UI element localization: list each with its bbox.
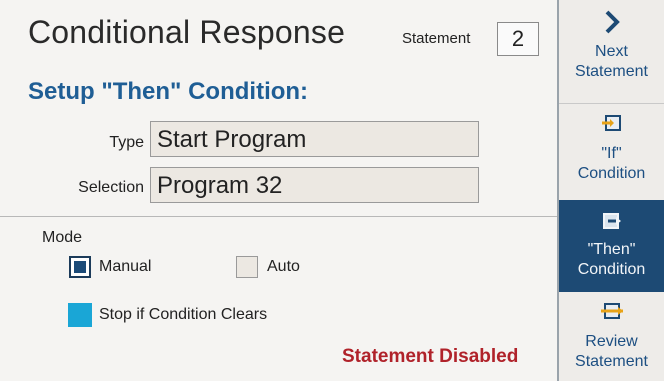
review-label-line2: Statement	[575, 353, 648, 370]
stop-if-clears-label: Stop if Condition Clears	[99, 306, 268, 323]
divider	[0, 216, 557, 217]
auto-checkbox[interactable]	[236, 256, 258, 278]
then-condition-button[interactable]: "Then" Condition	[559, 200, 664, 292]
selection-field[interactable]: Program 32	[150, 167, 479, 203]
chevron-right-icon	[605, 10, 620, 34]
sidebar-divider	[559, 103, 664, 104]
then-label-line1: "Then"	[587, 241, 636, 258]
review-statement-button[interactable]: Review Statement	[559, 302, 664, 381]
statement-label: Statement	[402, 30, 471, 47]
next-label-line2: Statement	[575, 63, 648, 80]
then-condition-icon	[602, 213, 621, 229]
main-panel: Conditional Response Statement 2 Setup "…	[0, 0, 557, 381]
auto-label: Auto	[267, 258, 300, 275]
then-label-line2: Condition	[577, 261, 646, 278]
if-condition-icon	[601, 115, 621, 131]
review-statement-icon	[600, 303, 623, 319]
type-label: Type	[109, 134, 144, 151]
if-condition-button[interactable]: "If" Condition	[559, 114, 664, 194]
stop-if-clears-checkbox[interactable]	[68, 303, 92, 327]
section-subtitle: Setup "Then" Condition:	[28, 78, 309, 105]
statement-number-field[interactable]: 2	[497, 22, 539, 56]
page-title: Conditional Response	[28, 14, 346, 50]
manual-checkbox[interactable]	[69, 256, 91, 278]
statement-disabled-status: Statement Disabled	[342, 346, 519, 367]
selection-label: Selection	[78, 179, 144, 196]
mode-label: Mode	[42, 229, 83, 246]
if-label-line2: Condition	[577, 165, 646, 182]
next-statement-button[interactable]: Next Statement	[559, 10, 664, 100]
review-label-line1: Review	[585, 333, 638, 350]
sidebar: Next Statement "If" Condition "Then" Con…	[557, 0, 664, 381]
type-field[interactable]: Start Program	[150, 121, 479, 157]
if-label-line1: "If"	[601, 145, 622, 162]
manual-label: Manual	[99, 258, 152, 275]
next-label-line1: Next	[595, 43, 628, 60]
